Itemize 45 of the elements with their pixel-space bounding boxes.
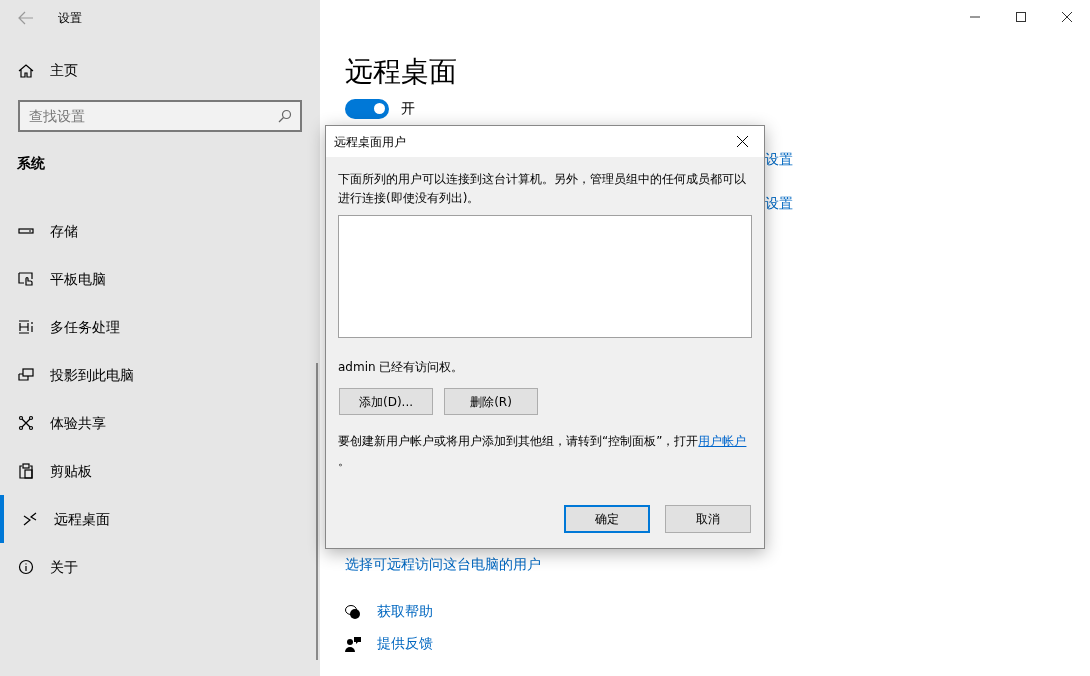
users-link[interactable]: 选择可远程访问这台电脑的用户 [345, 554, 541, 575]
access-text: admin 已经有访问权。 [338, 359, 464, 376]
window-title: 设置 [58, 9, 82, 27]
close-icon [736, 136, 748, 147]
tablet-icon [18, 271, 34, 287]
share-icon [18, 415, 34, 431]
projector-icon [18, 367, 34, 383]
dialog-title: 远程桌面用户 [334, 133, 406, 151]
toggle-label: 开 [401, 99, 415, 118]
user-list[interactable] [338, 215, 752, 338]
cancel-button[interactable]: 取消 [665, 505, 751, 533]
remote-icon [22, 511, 38, 527]
sidebar-item[interactable]: 剪贴板 [0, 447, 320, 495]
close-icon [1062, 12, 1072, 22]
maximize-icon [1016, 12, 1026, 22]
home-link[interactable]: 主页 [0, 60, 320, 81]
add-button[interactable]: 添加(D)... [339, 388, 433, 415]
info-text: 要创建新用户帐户或将用户添加到其他组，请转到“控制面板”，打开用户帐户 。 [338, 433, 748, 470]
help-chat-icon [345, 603, 361, 620]
dialog-description: 下面所列的用户可以连接到这台计算机。另外，管理员组中的任何成员都可以进行连接(即使没有列出)。 [338, 171, 747, 207]
settings-link[interactable]: 设置 [765, 193, 793, 214]
home-icon [18, 62, 34, 79]
info-icon [18, 559, 34, 575]
feedback-person-icon [345, 635, 361, 652]
sidebar-item[interactable]: 关于 [0, 543, 320, 591]
help-link[interactable]: 获取帮助 [377, 601, 433, 622]
sidebar-item[interactable]: 体验共享 [0, 399, 320, 447]
settings-link[interactable]: 设置 [765, 149, 793, 170]
back-icon[interactable] [18, 10, 34, 25]
ok-button[interactable]: 确定 [564, 505, 650, 533]
multitask-icon [18, 319, 34, 335]
page-title: 远程桌面 [345, 54, 457, 90]
search-icon [278, 109, 292, 123]
help-link[interactable]: 提供反馈 [377, 633, 433, 654]
section-heading: 系统 [17, 154, 45, 173]
sidebar-item[interactable]: 存储 [0, 207, 320, 255]
clipboard-icon [18, 463, 34, 479]
search-field[interactable]: 查找设置 [18, 100, 302, 132]
sidebar-item[interactable]: 多任务处理 [0, 303, 320, 351]
toggle-switch[interactable] [345, 98, 389, 119]
sidebar-item[interactable]: 平板电脑 [0, 255, 320, 303]
user-accounts-link[interactable]: 用户帐户 [698, 434, 747, 448]
sidebar-item[interactable]: 投影到此电脑 [0, 351, 320, 399]
scrollbar[interactable] [316, 363, 318, 660]
remove-button[interactable]: 删除(R) [444, 388, 538, 415]
